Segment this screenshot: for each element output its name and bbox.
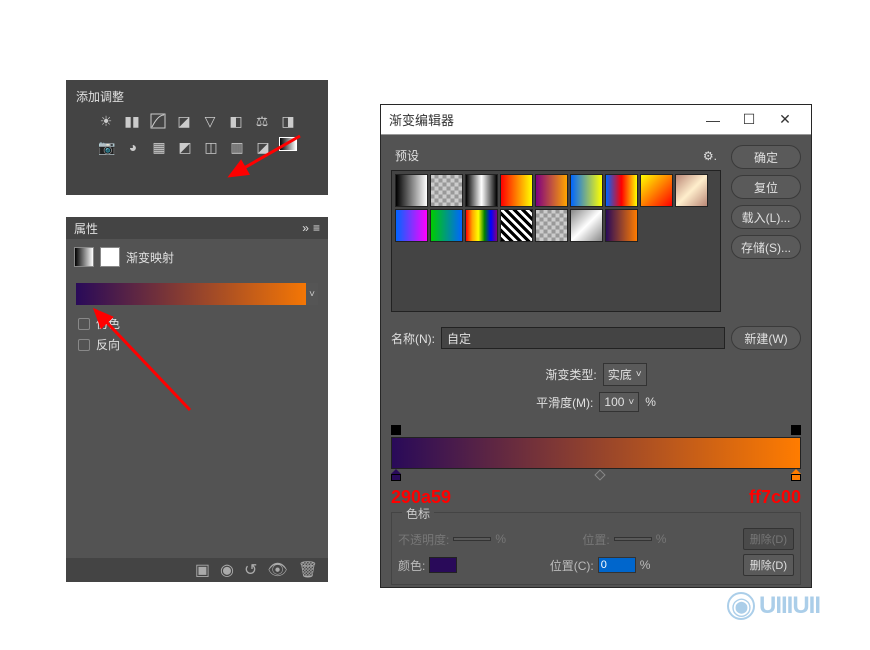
posterize-icon[interactable]: ◫ [201,137,221,157]
reverse-label: 反向 [96,336,120,353]
save-button[interactable]: 存储(S)... [731,235,801,259]
preset-swatch[interactable] [395,174,428,207]
selective-icon[interactable]: ◪ [253,137,273,157]
gradient-bar[interactable] [391,437,801,469]
balance-icon[interactable]: ⚖ [252,111,272,131]
delete-color-button[interactable]: 删除(D) [743,554,794,576]
levels-icon[interactable]: ▮▮ [122,111,142,131]
preset-swatch[interactable] [605,209,638,242]
position-input [614,537,652,541]
delete-opacity-button: 删除(D) [743,528,794,550]
position-c-input[interactable]: 0 [598,557,636,573]
preset-swatch[interactable] [465,174,498,207]
preset-swatch[interactable] [535,209,568,242]
color-stop-right[interactable] [791,469,801,481]
preset-swatch[interactable] [675,174,708,207]
dialog-titlebar: 渐变编辑器 — ☐ ✕ [381,105,811,135]
photo-filter-icon[interactable]: 📷 [97,137,117,157]
panel-menu-icon[interactable]: ≡ [313,221,320,235]
vibrance-icon[interactable]: ▽ [200,111,220,131]
color-label: 颜色: [398,557,425,574]
adjustments-title: 添加调整 [72,86,322,111]
invert-icon[interactable]: ◩ [175,137,195,157]
watermark: ◉ UIIIUII [727,592,820,620]
close-button[interactable]: ✕ [767,106,803,134]
preset-swatch[interactable] [500,209,533,242]
ok-button[interactable]: 确定 [731,145,801,169]
curves-icon[interactable] [148,111,168,131]
stops-section: 色标 不透明度: % 位置: % 删除(D) 颜色: 位置(C): 0 % 删除… [391,512,801,585]
percent-label: % [645,395,656,409]
opacity-stop-right[interactable] [791,425,801,435]
minimize-button[interactable]: — [695,106,731,134]
preset-swatch[interactable] [535,174,568,207]
preset-swatch[interactable] [465,209,498,242]
smoothness-input[interactable]: 100 [599,392,639,412]
preset-swatch[interactable] [500,174,533,207]
name-label: 名称(N): [391,330,435,347]
maximize-button[interactable]: ☐ [731,106,767,134]
presets-gear-icon[interactable]: ⚙. [703,149,717,163]
threshold-icon[interactable]: ▥ [227,137,247,157]
bw-icon[interactable]: ◨ [278,111,298,131]
clip-icon[interactable]: ▣ [195,560,210,580]
new-button[interactable]: 新建(W) [731,326,801,350]
properties-header: 属性 » ≡ [66,217,328,239]
opacity-label: 不透明度: [398,531,449,548]
color-swatch[interactable] [429,557,457,573]
color-stop-left[interactable] [391,469,401,481]
view-prev-icon[interactable]: ◉ [220,560,234,580]
preset-swatch[interactable] [430,174,463,207]
presets-label: 预设 [395,147,419,164]
presets-box [391,170,721,312]
channel-mixer-icon[interactable]: ◕ [123,137,143,157]
bulb-icon: ◉ [727,592,755,620]
gradient-editor-dialog: 渐变编辑器 — ☐ ✕ 预设 ⚙. [380,104,812,588]
hue-icon[interactable]: ◧ [226,111,246,131]
gradient-map-icon[interactable] [279,137,297,151]
exposure-icon[interactable]: ◪ [174,111,194,131]
mask-icon [100,247,120,267]
adjustments-panel: 添加调整 ☀ ▮▮ ◪ ▽ ◧ ⚖ ◨ 📷 ◕ ▦ ◩ ◫ ▥ ◪ [66,80,328,195]
properties-gradient-strip[interactable]: ˅ [76,283,318,305]
preset-swatch[interactable] [605,174,638,207]
name-input[interactable] [441,327,725,349]
trash-icon[interactable]: 🗑 [298,560,318,580]
gradient-map-label: 渐变映射 [126,249,174,266]
opacity-stop-left[interactable] [391,425,401,435]
reverse-checkbox[interactable] [78,339,90,351]
smoothness-label: 平滑度(M): [536,394,593,411]
gradient-type-dropdown[interactable]: 实底 [603,363,647,386]
visibility-icon[interactable]: 👁 [267,560,287,580]
preset-swatch[interactable] [570,174,603,207]
position-c-label: 位置(C): [550,557,594,574]
reset-icon[interactable]: ↺ [244,560,257,580]
position-label: 位置: [582,531,609,548]
panel-collapse-icon[interactable]: » [302,221,309,235]
color-tag-right: ff7c00 [749,487,801,508]
opacity-input [453,537,491,541]
properties-footer: ▣ ◉ ↺ 👁 🗑 [66,558,328,582]
midpoint-diamond[interactable] [594,469,605,480]
preset-swatch[interactable] [640,174,673,207]
gradient-map-type-row: 渐变映射 [66,239,328,275]
preset-swatch[interactable] [570,209,603,242]
properties-panel: 属性 » ≡ 渐变映射 ˅ 仿色 反向 ▣ ◉ ↺ 👁 🗑 [66,217,328,582]
dialog-title: 渐变编辑器 [389,110,695,129]
gradient-type-label: 渐变类型: [545,366,596,383]
brightness-icon[interactable]: ☀ [96,111,116,131]
dither-label: 仿色 [96,315,120,332]
gradient-dropdown-icon[interactable]: ˅ [306,283,318,305]
lookup-icon[interactable]: ▦ [149,137,169,157]
preset-swatch[interactable] [430,209,463,242]
adj-layer-icon [74,247,94,267]
stops-label: 色标 [402,505,434,522]
preset-swatch[interactable] [395,209,428,242]
properties-title: 属性 [74,220,98,237]
adjustment-icons: ☀ ▮▮ ◪ ▽ ◧ ⚖ ◨ 📷 ◕ ▦ ◩ ◫ ▥ ◪ [72,111,322,157]
dither-checkbox[interactable] [78,318,90,330]
reset-button[interactable]: 复位 [731,175,801,199]
load-button[interactable]: 载入(L)... [731,205,801,229]
